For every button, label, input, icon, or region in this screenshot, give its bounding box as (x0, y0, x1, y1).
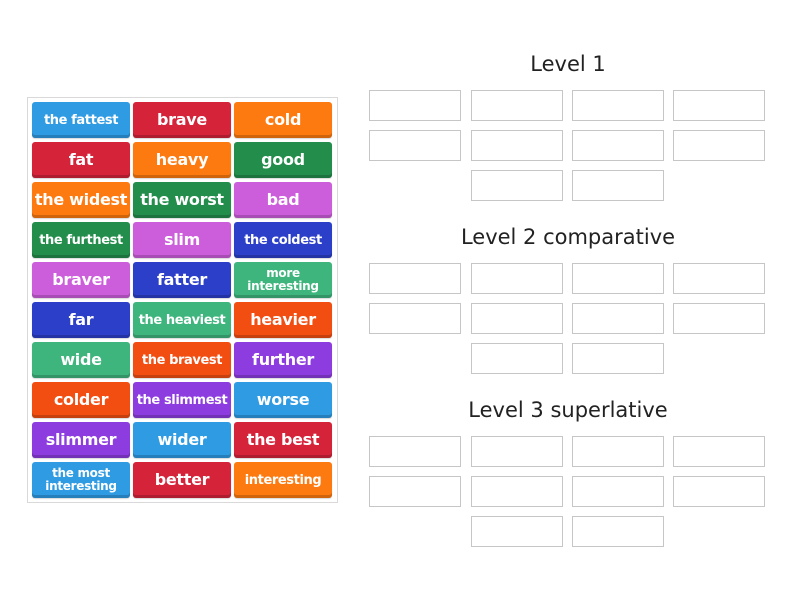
word-tile[interactable]: interesting (234, 462, 332, 498)
drop-slot[interactable] (572, 343, 664, 374)
word-tile[interactable]: heavier (234, 302, 332, 338)
drop-slot[interactable] (572, 476, 664, 507)
word-tile[interactable]: fatter (133, 262, 231, 298)
word-tile[interactable]: braver (32, 262, 130, 298)
drop-slot[interactable] (369, 303, 461, 334)
drop-slot[interactable] (471, 263, 563, 294)
group-title: Level 3 superlative (468, 398, 668, 422)
word-tile[interactable]: slim (133, 222, 231, 258)
drop-slot[interactable] (369, 263, 461, 294)
word-tile[interactable]: far (32, 302, 130, 338)
drop-slot[interactable] (369, 130, 461, 161)
drop-slot[interactable] (572, 436, 664, 467)
drop-slot[interactable] (572, 130, 664, 161)
word-tile[interactable]: wider (133, 422, 231, 458)
word-tile[interactable]: brave (133, 102, 231, 138)
word-tile[interactable]: the slimmest (133, 382, 231, 418)
word-tile[interactable]: cold (234, 102, 332, 138)
drop-slot[interactable] (673, 476, 765, 507)
drop-slot[interactable] (572, 170, 664, 201)
word-tile[interactable]: worse (234, 382, 332, 418)
word-tile[interactable]: more interesting (234, 262, 332, 298)
drop-slot[interactable] (471, 90, 563, 121)
drop-slot[interactable] (572, 263, 664, 294)
word-tile[interactable]: wide (32, 342, 130, 378)
word-tile[interactable]: the heaviest (133, 302, 231, 338)
drop-slot[interactable] (471, 476, 563, 507)
drop-slot[interactable] (471, 343, 563, 374)
drop-slot[interactable] (572, 90, 664, 121)
drop-slot[interactable] (673, 436, 765, 467)
word-tile[interactable]: the best (234, 422, 332, 458)
drop-slot[interactable] (673, 90, 765, 121)
word-tile[interactable]: good (234, 142, 332, 178)
drop-slot[interactable] (673, 303, 765, 334)
drop-slot[interactable] (673, 263, 765, 294)
word-tile[interactable]: the most interesting (32, 462, 130, 498)
word-tile[interactable]: bad (234, 182, 332, 218)
drop-slot[interactable] (471, 170, 563, 201)
word-tile[interactable]: slimmer (32, 422, 130, 458)
word-tile[interactable]: the widest (32, 182, 130, 218)
drop-slot[interactable] (369, 436, 461, 467)
word-tile-tray: the fattest brave cold fat heavy good the wide… (27, 97, 338, 503)
drop-slot[interactable] (572, 516, 664, 547)
drop-slot[interactable] (471, 130, 563, 161)
drop-slot[interactable] (369, 476, 461, 507)
drop-slot[interactable] (369, 90, 461, 121)
drop-slot[interactable] (471, 303, 563, 334)
word-tile[interactable]: colder (32, 382, 130, 418)
group-title: Level 1 (530, 52, 606, 76)
word-tile[interactable]: better (133, 462, 231, 498)
drop-slot[interactable] (673, 130, 765, 161)
word-tile[interactable]: the bravest (133, 342, 231, 378)
word-tile[interactable]: further (234, 342, 332, 378)
drop-slot[interactable] (572, 303, 664, 334)
word-tile[interactable]: the fattest (32, 102, 130, 138)
word-tile[interactable]: the worst (133, 182, 231, 218)
word-tile[interactable]: heavy (133, 142, 231, 178)
group-title: Level 2 comparative (460, 225, 676, 249)
drop-slot[interactable] (471, 516, 563, 547)
word-tile[interactable]: the coldest (234, 222, 332, 258)
word-tile[interactable]: the furthest (32, 222, 130, 258)
word-tile[interactable]: fat (32, 142, 130, 178)
drop-slot[interactable] (471, 436, 563, 467)
